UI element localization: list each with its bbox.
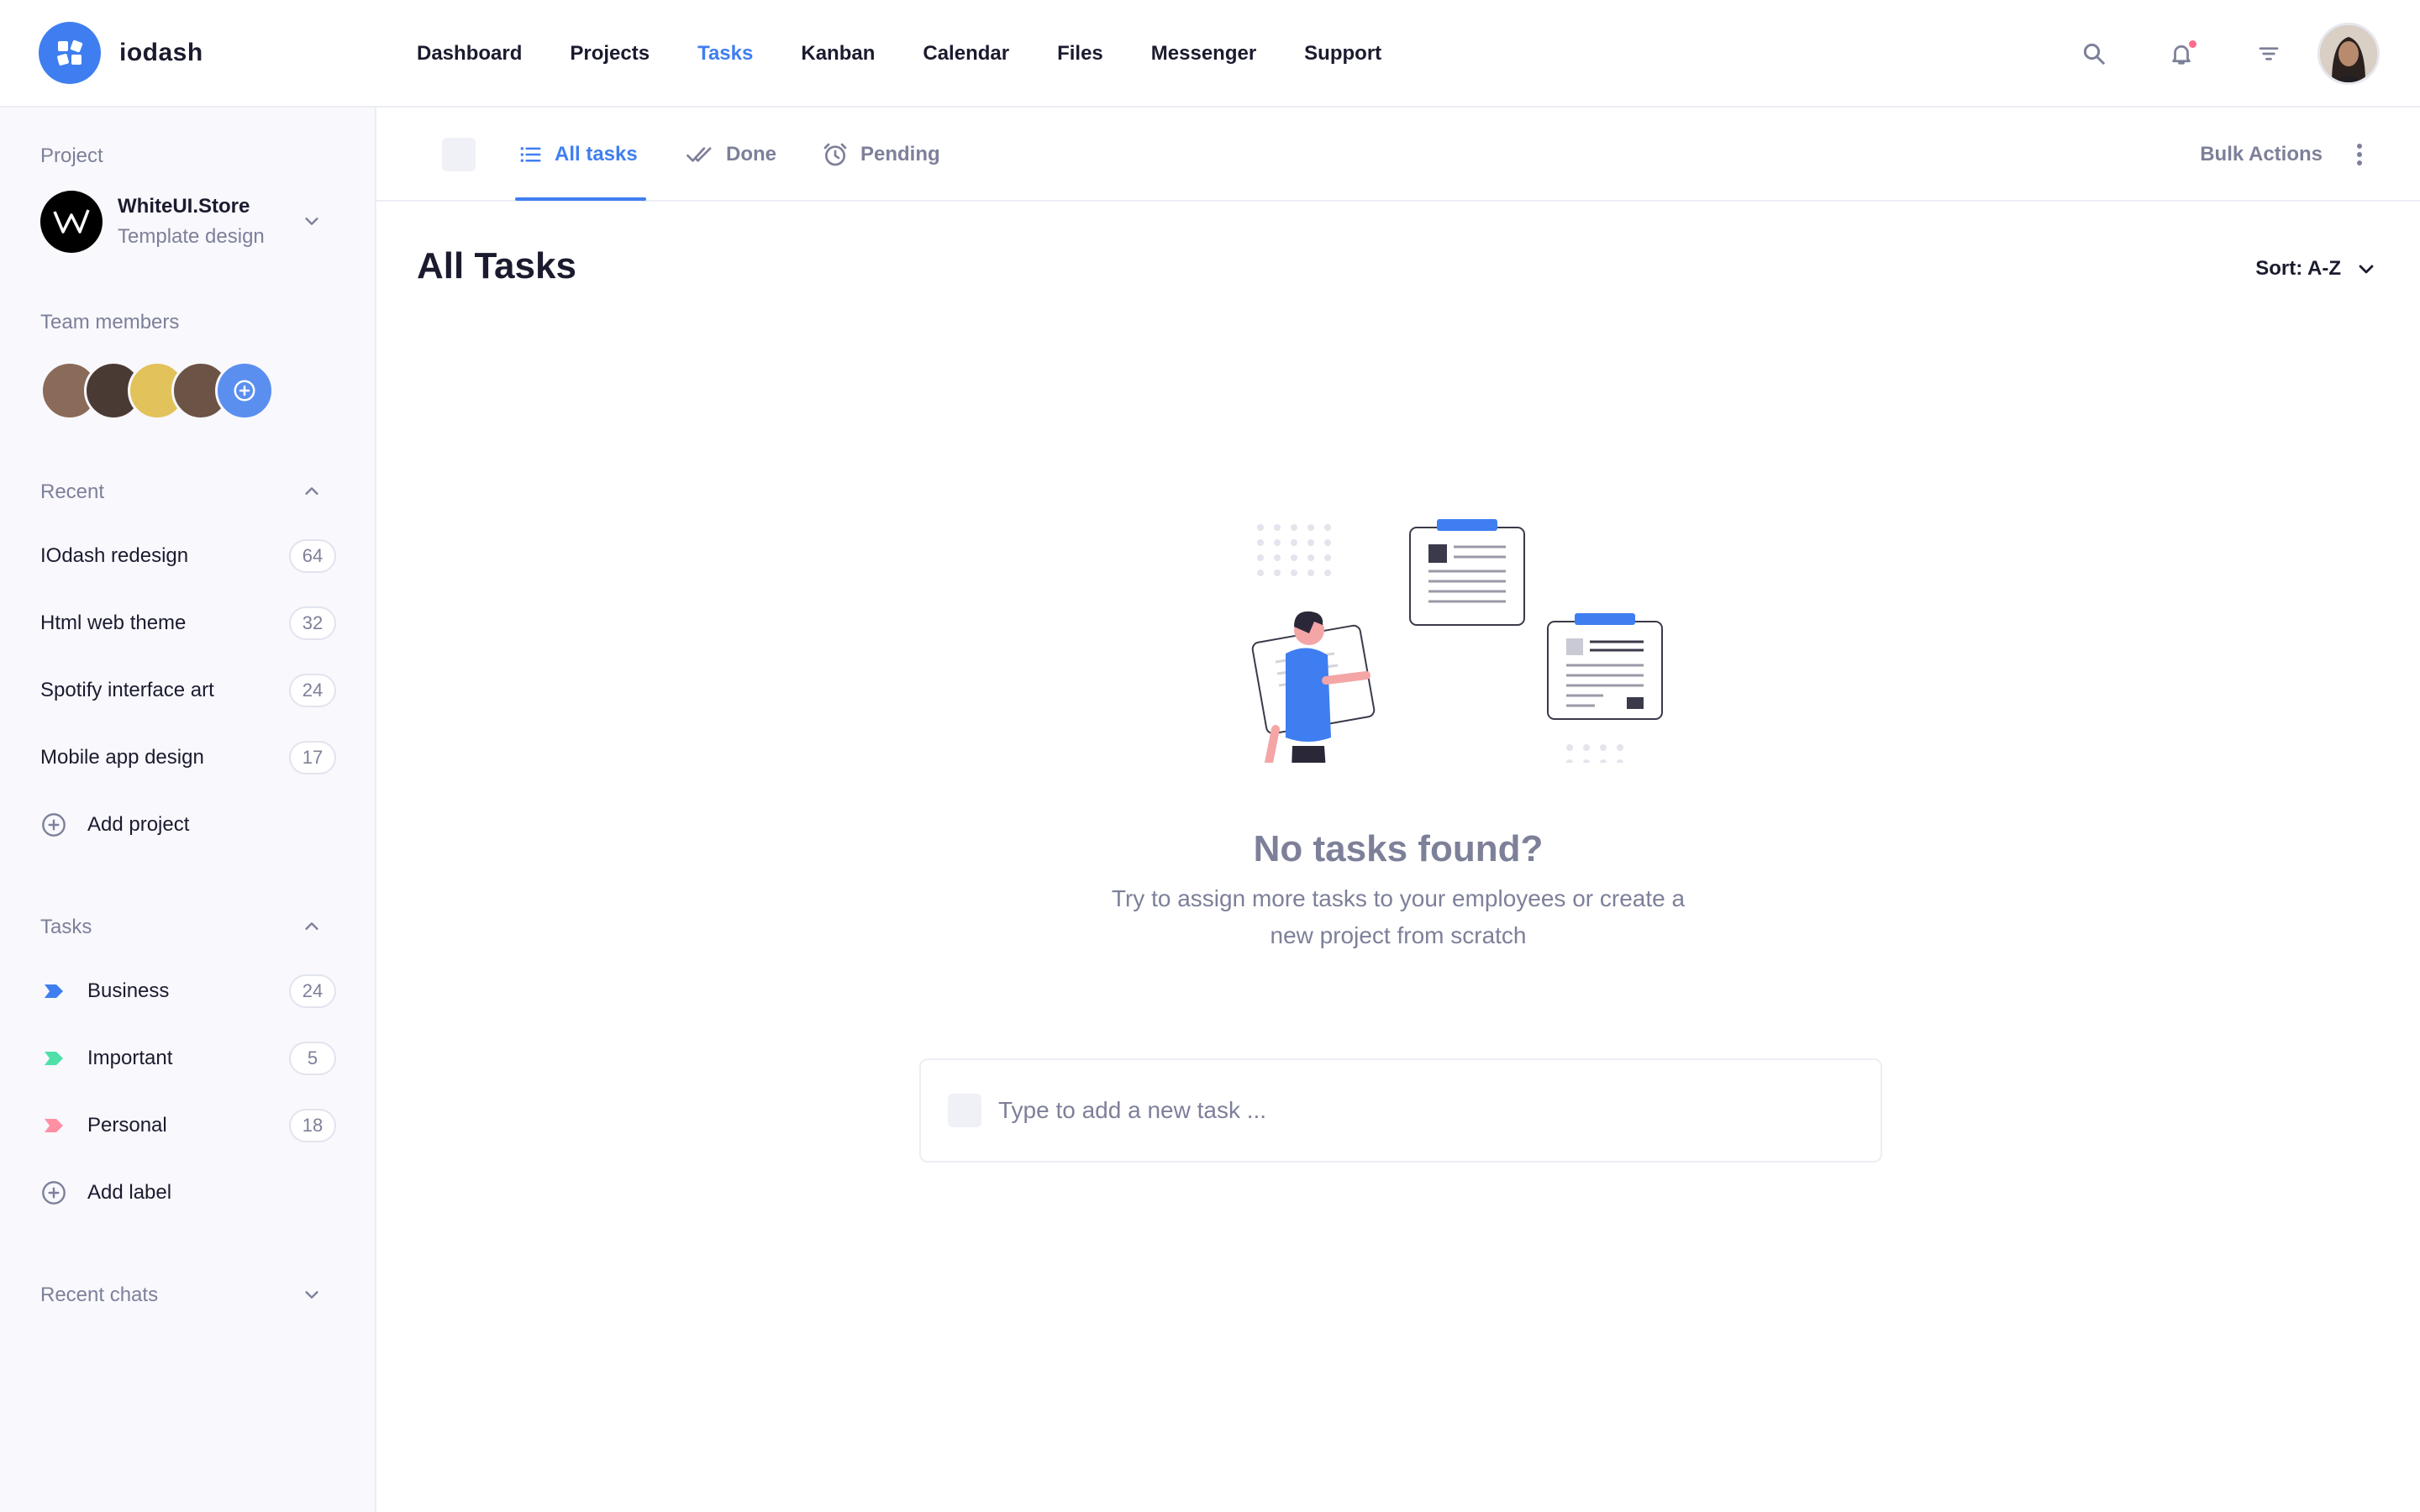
project-name: WhiteUI.Store: [118, 195, 250, 218]
count-badge: 64: [289, 539, 336, 573]
logo-icon: [39, 22, 101, 84]
recent-chats-heading: Recent chats: [40, 1284, 159, 1306]
empty-state-title: No tasks found?: [1253, 828, 1544, 869]
list-item[interactable]: Spotify interface art 24: [40, 672, 336, 709]
count-badge: 17: [289, 741, 336, 774]
team-members: [40, 361, 274, 420]
count-badge: 24: [289, 974, 336, 1008]
project-selector[interactable]: WhiteUI.Store Template design: [40, 188, 343, 255]
label-name: Important: [87, 1047, 173, 1069]
chevron-up-icon[interactable]: [302, 917, 321, 936]
nav-calendar[interactable]: Calendar: [923, 42, 1009, 66]
bulk-actions-button[interactable]: Bulk Actions: [2200, 108, 2323, 202]
select-all-checkbox[interactable]: [442, 138, 476, 171]
recent-project-label: IOdash redesign: [40, 544, 189, 567]
nav-kanban[interactable]: Kanban: [801, 42, 875, 66]
sidebar: Project WhiteUI.Store Template design Te…: [0, 108, 376, 1512]
label-item-business[interactable]: Business 24: [40, 973, 336, 1010]
notification-dot: [2189, 40, 2196, 48]
project-subtitle: Template design: [118, 225, 265, 248]
nav-files[interactable]: Files: [1057, 42, 1103, 66]
list-item[interactable]: Mobile app design 17: [40, 739, 336, 776]
tab-pending[interactable]: Pending: [822, 108, 940, 202]
count-badge: 18: [289, 1109, 336, 1142]
project-heading: Project: [40, 144, 103, 167]
task-tabs: All tasks Done Pending Bulk Actions: [376, 108, 2420, 202]
count-badge: 24: [289, 674, 336, 707]
empty-state-illustration: [1251, 519, 1663, 763]
alarm-clock-icon: [823, 143, 847, 166]
tab-done[interactable]: Done: [686, 108, 776, 202]
main-nav: Dashboard Projects Tasks Kanban Calendar…: [417, 0, 1429, 108]
plus-circle-icon: [40, 1179, 67, 1206]
page-title: All Tasks: [417, 245, 576, 286]
filter-icon[interactable]: [2252, 37, 2286, 71]
new-task-checkbox[interactable]: [948, 1094, 981, 1127]
search-icon[interactable]: [2077, 37, 2111, 71]
add-project-label: Add project: [87, 813, 190, 836]
double-check-icon: [687, 147, 712, 162]
nav-dashboard[interactable]: Dashboard: [417, 42, 522, 66]
tab-label: All tasks: [555, 143, 638, 165]
recent-project-label: Mobile app design: [40, 746, 204, 769]
label-name: Personal: [87, 1114, 167, 1137]
list-item[interactable]: IOdash redesign 64: [40, 538, 336, 575]
nav-messenger[interactable]: Messenger: [1151, 42, 1256, 66]
tab-label: Pending: [860, 143, 940, 165]
recent-project-label: Html web theme: [40, 612, 187, 634]
sort-label: Sort: A-Z: [2255, 257, 2341, 280]
add-member-button[interactable]: [215, 361, 274, 420]
list-icon: [520, 147, 541, 162]
sort-dropdown[interactable]: Sort: A-Z: [2255, 257, 2376, 281]
more-options-icon[interactable]: [2346, 141, 2373, 168]
list-item[interactable]: Html web theme 32: [40, 605, 336, 642]
chevron-down-icon[interactable]: [302, 1285, 321, 1304]
tab-label: Done: [726, 143, 776, 165]
chevron-up-icon[interactable]: [302, 482, 321, 501]
count-badge: 5: [289, 1042, 336, 1075]
app-logo[interactable]: iodash: [39, 22, 203, 84]
new-task-input[interactable]: [998, 1097, 1839, 1124]
tag-icon: [40, 1112, 67, 1139]
label-item-important[interactable]: Important 5: [40, 1040, 336, 1077]
nav-projects[interactable]: Projects: [570, 42, 650, 66]
project-logo: [40, 191, 103, 253]
top-bar: iodash Dashboard Projects Tasks Kanban C…: [0, 0, 2420, 108]
chevron-down-icon: [2359, 265, 2374, 274]
tag-icon: [40, 978, 67, 1005]
chevron-down-icon[interactable]: [302, 212, 321, 230]
empty-state-description: Try to assign more tasks to your employe…: [1111, 885, 1686, 948]
add-label-button[interactable]: Add label: [40, 1174, 336, 1211]
new-task-bar: [919, 1058, 1882, 1163]
label-item-personal[interactable]: Personal 18: [40, 1107, 336, 1144]
tasks-heading: Tasks: [40, 916, 92, 938]
plus-circle-icon: [40, 811, 67, 838]
add-project-button[interactable]: Add project: [40, 806, 336, 843]
user-avatar[interactable]: [2317, 23, 2380, 85]
main-content: All tasks Done Pending Bulk Actions All …: [376, 108, 2420, 1512]
count-badge: 32: [289, 606, 336, 640]
active-tab-indicator: [515, 197, 646, 201]
nav-tasks[interactable]: Tasks: [697, 42, 753, 66]
bell-icon[interactable]: [2165, 37, 2198, 71]
tag-icon: [40, 1045, 67, 1072]
plus-circle-icon: [234, 380, 255, 402]
team-heading: Team members: [40, 311, 180, 333]
recent-project-label: Spotify interface art: [40, 679, 214, 701]
add-label-label: Add label: [87, 1181, 172, 1204]
nav-support[interactable]: Support: [1304, 42, 1381, 66]
recent-heading: Recent: [40, 480, 105, 503]
tab-all-tasks[interactable]: All tasks: [518, 108, 638, 202]
app-name: iodash: [119, 39, 203, 66]
label-name: Business: [87, 979, 170, 1002]
